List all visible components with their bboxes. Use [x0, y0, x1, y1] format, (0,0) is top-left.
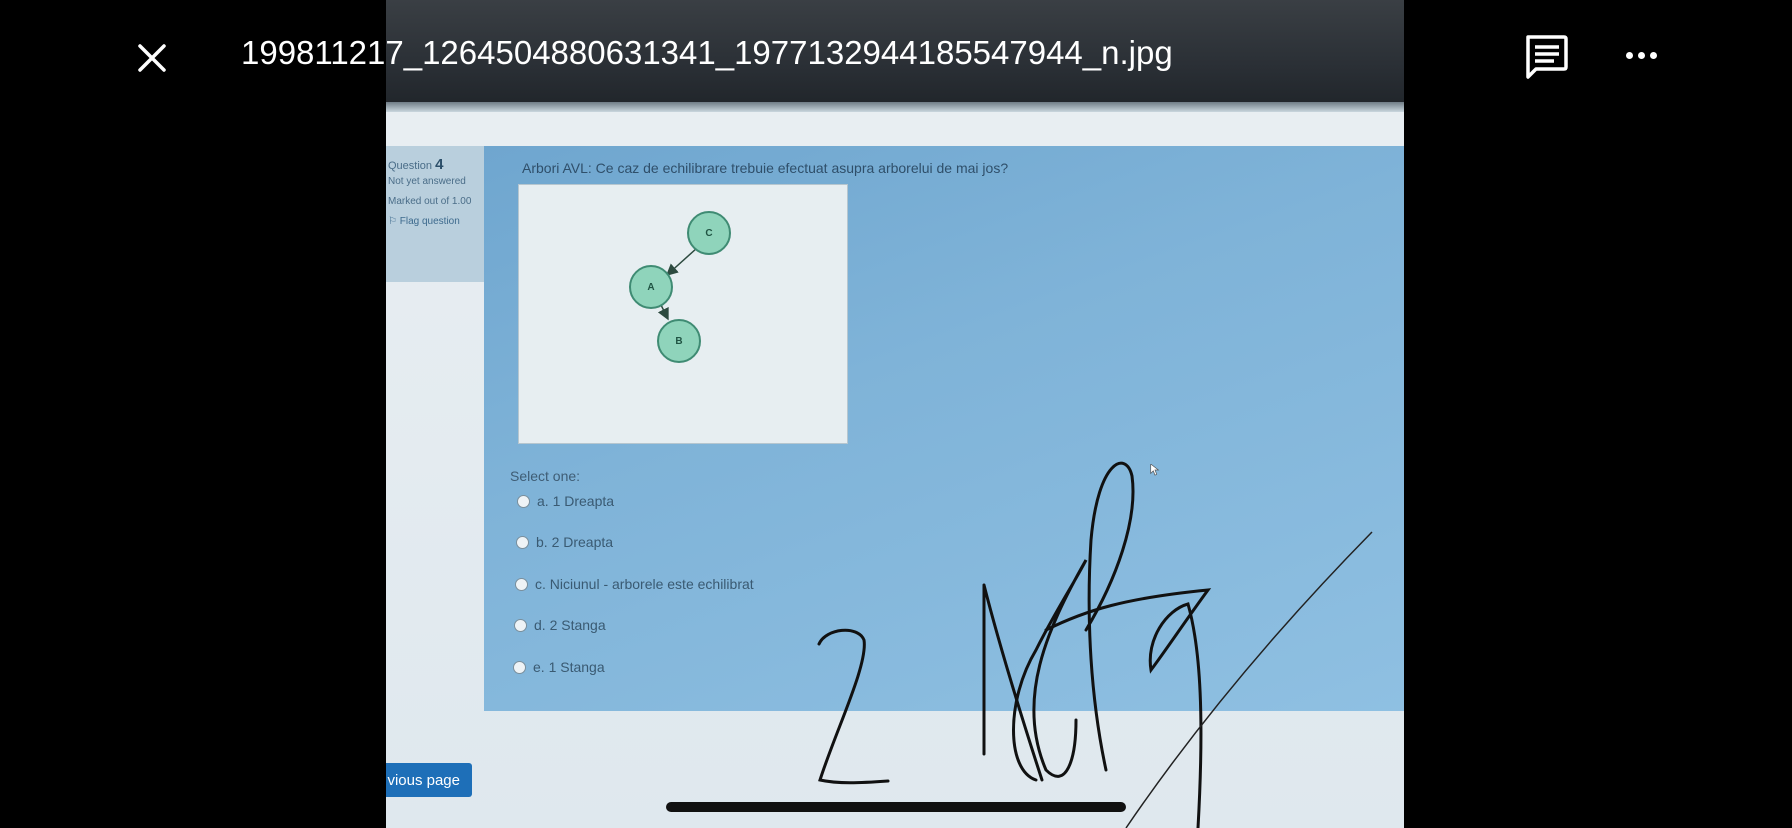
viewer-top-bar: 199811217_1264504880631341_1977132944185…	[0, 0, 1792, 112]
radio-e[interactable]	[513, 660, 526, 674]
file-name: 199811217_1264504880631341_1977132944185…	[241, 34, 1173, 71]
option-e[interactable]: e. 1 Stanga	[513, 659, 605, 675]
more-dot	[1637, 51, 1645, 59]
option-c-label: c. Niciunul - arborele este echilibrat	[535, 576, 754, 592]
question-text: Arbori AVL: Ce caz de echilibrare trebui…	[522, 160, 1009, 176]
option-b[interactable]: b. 2 Dreapta	[516, 534, 613, 550]
comment-button[interactable]	[1524, 34, 1570, 80]
close-icon	[138, 44, 166, 72]
more-dot	[1649, 51, 1657, 59]
radio-a[interactable]	[517, 494, 530, 508]
option-e-label: e. 1 Stanga	[533, 659, 605, 675]
flag-question-label: Flag question	[399, 216, 460, 227]
select-one-label: Select one:	[510, 468, 581, 484]
question-number-line: Question 4	[388, 154, 476, 175]
option-a-label: a. 1 Dreapta	[537, 493, 615, 509]
close-button[interactable]	[130, 36, 174, 80]
comment-icon	[1526, 35, 1568, 79]
option-d-label: d. 2 Stanga	[534, 617, 606, 633]
option-d[interactable]: d. 2 Stanga	[514, 617, 606, 633]
photo: Question 4 Not yet answered Marked out o…	[386, 0, 1404, 828]
option-c[interactable]: c. Niciunul - arborele este echilibrat	[515, 576, 754, 592]
option-a[interactable]: a. 1 Dreapta	[517, 493, 614, 509]
tree-node-a: A	[629, 265, 673, 309]
question-number: 4	[435, 156, 444, 173]
flag-question-link[interactable]: ⚐ Flag question	[388, 215, 476, 229]
more-options-icon	[1625, 51, 1633, 59]
home-indicator	[666, 802, 1126, 812]
previous-page-button[interactable]: vious page	[386, 763, 472, 797]
more-options-button[interactable]	[1620, 34, 1662, 76]
mouse-cursor-icon	[1150, 464, 1160, 476]
question-label: Question	[388, 160, 433, 172]
radio-d[interactable]	[514, 618, 527, 632]
tree-node-b: B	[657, 319, 701, 363]
question-panel: Arbori AVL: Ce caz de echilibrare trebui…	[484, 146, 1404, 711]
edge-c-a	[665, 247, 698, 277]
question-status: Not yet answered	[388, 176, 466, 187]
radio-b[interactable]	[516, 535, 529, 549]
tree-edges	[657, 247, 698, 321]
option-b-label: b. 2 Dreapta	[536, 534, 614, 550]
radio-c[interactable]	[515, 577, 528, 591]
tree-node-c: C	[687, 211, 731, 255]
question-info-box: Question 4 Not yet answered Marked out o…	[386, 146, 484, 282]
tree-image: C A B	[518, 184, 848, 444]
question-marks: Marked out of 1.00	[388, 196, 472, 207]
